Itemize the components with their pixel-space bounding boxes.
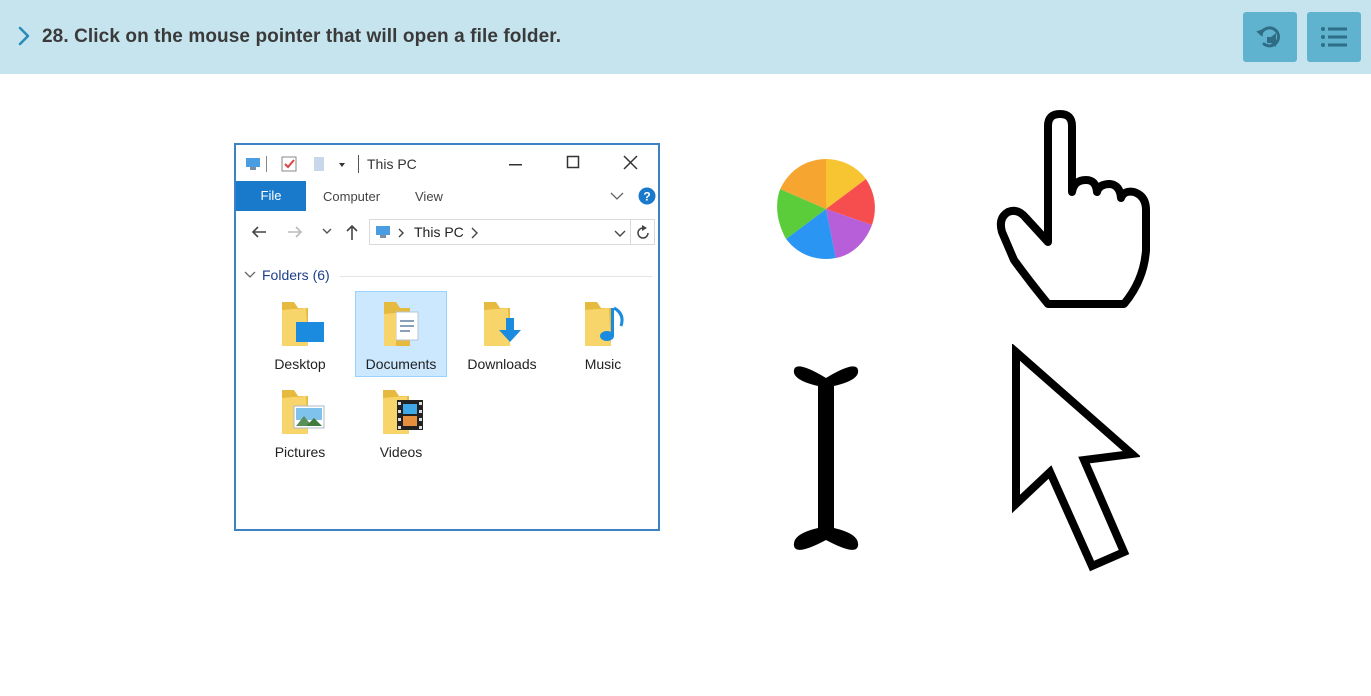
menu-button[interactable] xyxy=(1307,12,1361,62)
window-title: This PC xyxy=(367,156,417,172)
view-tab: View xyxy=(415,189,443,204)
navigation-bar: This PC xyxy=(236,217,658,247)
computer-tab: Computer xyxy=(323,189,381,204)
help-icon: ? xyxy=(638,187,656,205)
spinning-wheel-cursor-icon[interactable] xyxy=(774,157,878,261)
folder-label: Documents xyxy=(365,356,437,372)
list-menu-icon xyxy=(1321,27,1347,47)
downloads-folder-icon xyxy=(484,302,521,346)
music-folder-icon xyxy=(585,302,624,346)
replay-audio-icon xyxy=(1256,26,1280,48)
address-text: This PC xyxy=(414,224,464,240)
quick-access-toolbar-icon xyxy=(246,156,345,172)
folder-label: Pictures xyxy=(274,444,326,460)
this-pc-icon xyxy=(376,226,404,238)
desktop-folder-icon xyxy=(282,302,324,346)
hand-pointer-cursor-icon[interactable] xyxy=(996,110,1156,312)
folder-desktop: Desktop xyxy=(254,292,346,378)
folder-music: Music xyxy=(557,292,649,378)
breadcrumb-chevron-icon xyxy=(471,227,478,239)
minimize-icon xyxy=(509,164,522,166)
folder-pictures: Pictures xyxy=(254,380,346,466)
documents-folder-icon xyxy=(384,302,419,346)
folder-label: Downloads xyxy=(467,356,537,372)
forward-arrow-icon xyxy=(288,226,303,238)
title-bar: This PC xyxy=(236,145,658,181)
up-arrow-icon xyxy=(346,224,358,240)
refresh-icon xyxy=(637,225,649,239)
question-text: 28. Click on the mouse pointer that will… xyxy=(42,26,562,47)
file-tab: File xyxy=(236,181,306,211)
replay-audio-button[interactable] xyxy=(1243,12,1297,62)
folder-label: Videos xyxy=(379,444,423,460)
file-explorer-image: This PC File Computer View ? This PC Fol… xyxy=(234,143,660,531)
folder-label: Music xyxy=(584,356,622,372)
close-icon xyxy=(623,155,638,170)
text-ibeam-cursor-icon[interactable] xyxy=(786,358,866,560)
question-header: 28. Click on the mouse pointer that will… xyxy=(0,0,1371,74)
arrow-pointer-cursor-icon[interactable] xyxy=(1010,344,1140,574)
folder-videos: Videos xyxy=(355,380,447,466)
folder-documents: Documents xyxy=(355,291,447,377)
ribbon: File Computer View ? xyxy=(236,181,658,211)
refresh-button-image xyxy=(631,219,655,245)
folder-label: Desktop xyxy=(274,356,326,372)
chevron-down-icon xyxy=(610,192,624,200)
address-bar: This PC xyxy=(369,219,631,245)
recent-dropdown-icon xyxy=(322,228,332,234)
group-divider xyxy=(340,276,652,277)
videos-folder-icon xyxy=(383,390,423,434)
address-dropdown-icon xyxy=(614,230,626,237)
maximize-icon xyxy=(566,155,580,169)
folder-downloads: Downloads xyxy=(456,292,548,378)
group-label: Folders (6) xyxy=(262,267,330,283)
pictures-folder-icon xyxy=(282,390,325,434)
title-separator xyxy=(358,155,359,173)
group-collapse-icon xyxy=(244,271,256,278)
svg-text:?: ? xyxy=(643,190,650,204)
chevron-right-icon[interactable] xyxy=(16,24,32,48)
back-arrow-icon xyxy=(251,226,266,238)
